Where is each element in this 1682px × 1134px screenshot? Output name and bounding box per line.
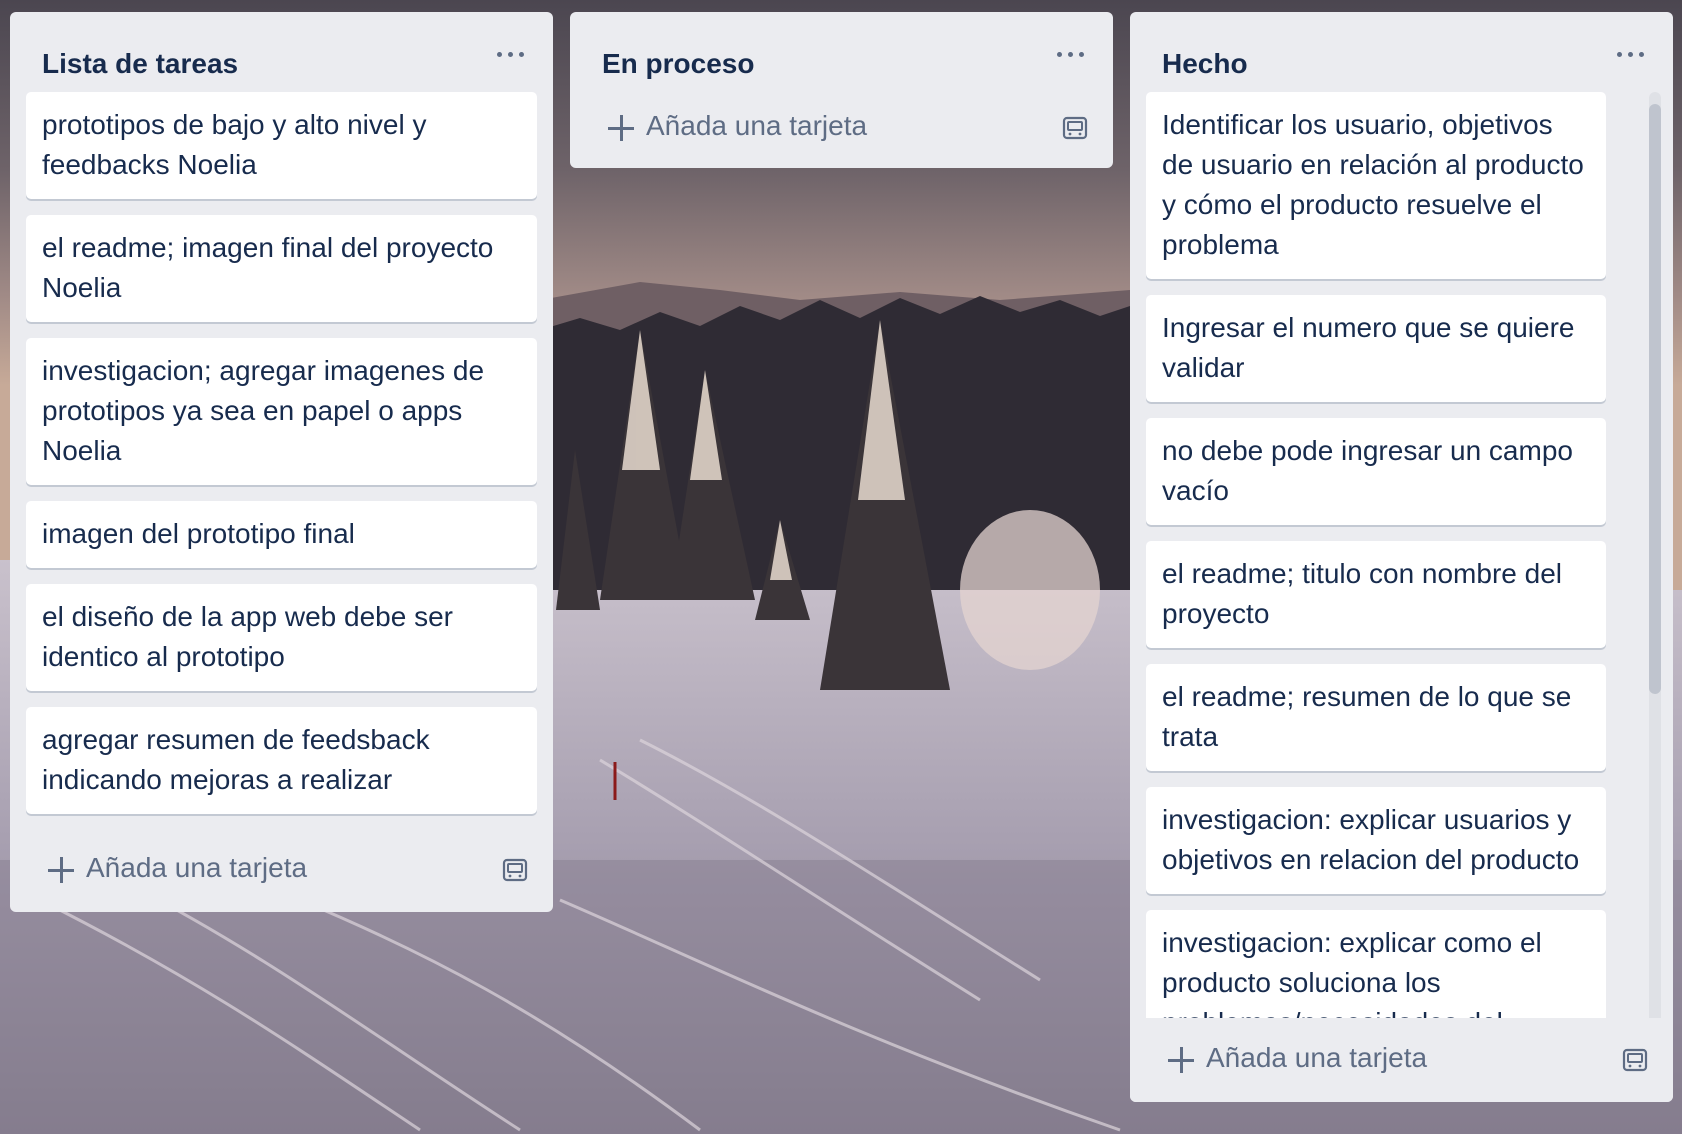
scrollbar-thumb[interactable] bbox=[1649, 104, 1661, 694]
list-header: Hecho bbox=[1130, 12, 1673, 92]
more-horizontal-icon[interactable] bbox=[491, 38, 531, 66]
list-scrollbar[interactable] bbox=[1649, 92, 1661, 1030]
list-header: Lista de tareas bbox=[10, 12, 553, 92]
list-in-progress: En proceso Añada una tarjeta bbox=[570, 12, 1113, 168]
card[interactable]: Identificar los usuario, objetivos de us… bbox=[1146, 92, 1606, 279]
card-list: Identificar los usuario, objetivos de us… bbox=[1130, 92, 1673, 1022]
card-list: prototipos de bajo y alto nivel y feedba… bbox=[10, 92, 553, 814]
add-card-button[interactable]: Añada una tarjeta bbox=[1130, 1018, 1673, 1102]
plus-icon bbox=[48, 857, 74, 883]
add-card-button[interactable]: Añada una tarjeta bbox=[10, 830, 553, 912]
add-card-label: Añada una tarjeta bbox=[86, 852, 308, 883]
card-template-icon[interactable] bbox=[1621, 1046, 1649, 1074]
card-template-icon[interactable] bbox=[1061, 114, 1089, 142]
card[interactable]: investigacion: explicar como el producto… bbox=[1146, 910, 1606, 1022]
card[interactable]: investigacion; agregar imagenes de proto… bbox=[26, 338, 537, 485]
list-done: Hecho Identificar los usuario, objetivos… bbox=[1130, 12, 1673, 1102]
card[interactable]: Ingresar el numero que se quiere validar bbox=[1146, 295, 1606, 402]
card[interactable]: no debe pode ingresar un campo vacío bbox=[1146, 418, 1606, 525]
add-card-label: Añada una tarjeta bbox=[646, 110, 868, 141]
card[interactable]: el readme; resumen de lo que se trata bbox=[1146, 664, 1606, 771]
plus-icon bbox=[608, 115, 634, 141]
card[interactable]: imagen del prototipo final bbox=[26, 501, 537, 568]
add-card-label: Añada una tarjeta bbox=[1206, 1042, 1428, 1073]
more-horizontal-icon[interactable] bbox=[1611, 38, 1651, 66]
card[interactable]: agregar resumen de feedsback indicando m… bbox=[26, 707, 537, 814]
list-title[interactable]: Lista de tareas bbox=[42, 48, 238, 80]
list-title[interactable]: Hecho bbox=[1162, 48, 1248, 80]
more-horizontal-icon[interactable] bbox=[1051, 38, 1091, 66]
list-title[interactable]: En proceso bbox=[602, 48, 754, 80]
list-todo: Lista de tareas prototipos de bajo y alt… bbox=[10, 12, 553, 912]
card[interactable]: el readme; titulo con nombre del proyect… bbox=[1146, 541, 1606, 648]
card[interactable]: prototipos de bajo y alto nivel y feedba… bbox=[26, 92, 537, 199]
card[interactable]: el diseño de la app web debe ser identic… bbox=[26, 584, 537, 691]
card[interactable]: el readme; imagen final del proyecto Noe… bbox=[26, 215, 537, 322]
card[interactable]: investigacion: explicar usuarios y objet… bbox=[1146, 787, 1606, 894]
card-template-icon[interactable] bbox=[501, 856, 529, 884]
add-card-button[interactable]: Añada una tarjeta bbox=[570, 92, 1113, 168]
list-header: En proceso bbox=[570, 12, 1113, 92]
plus-icon bbox=[1168, 1047, 1194, 1073]
